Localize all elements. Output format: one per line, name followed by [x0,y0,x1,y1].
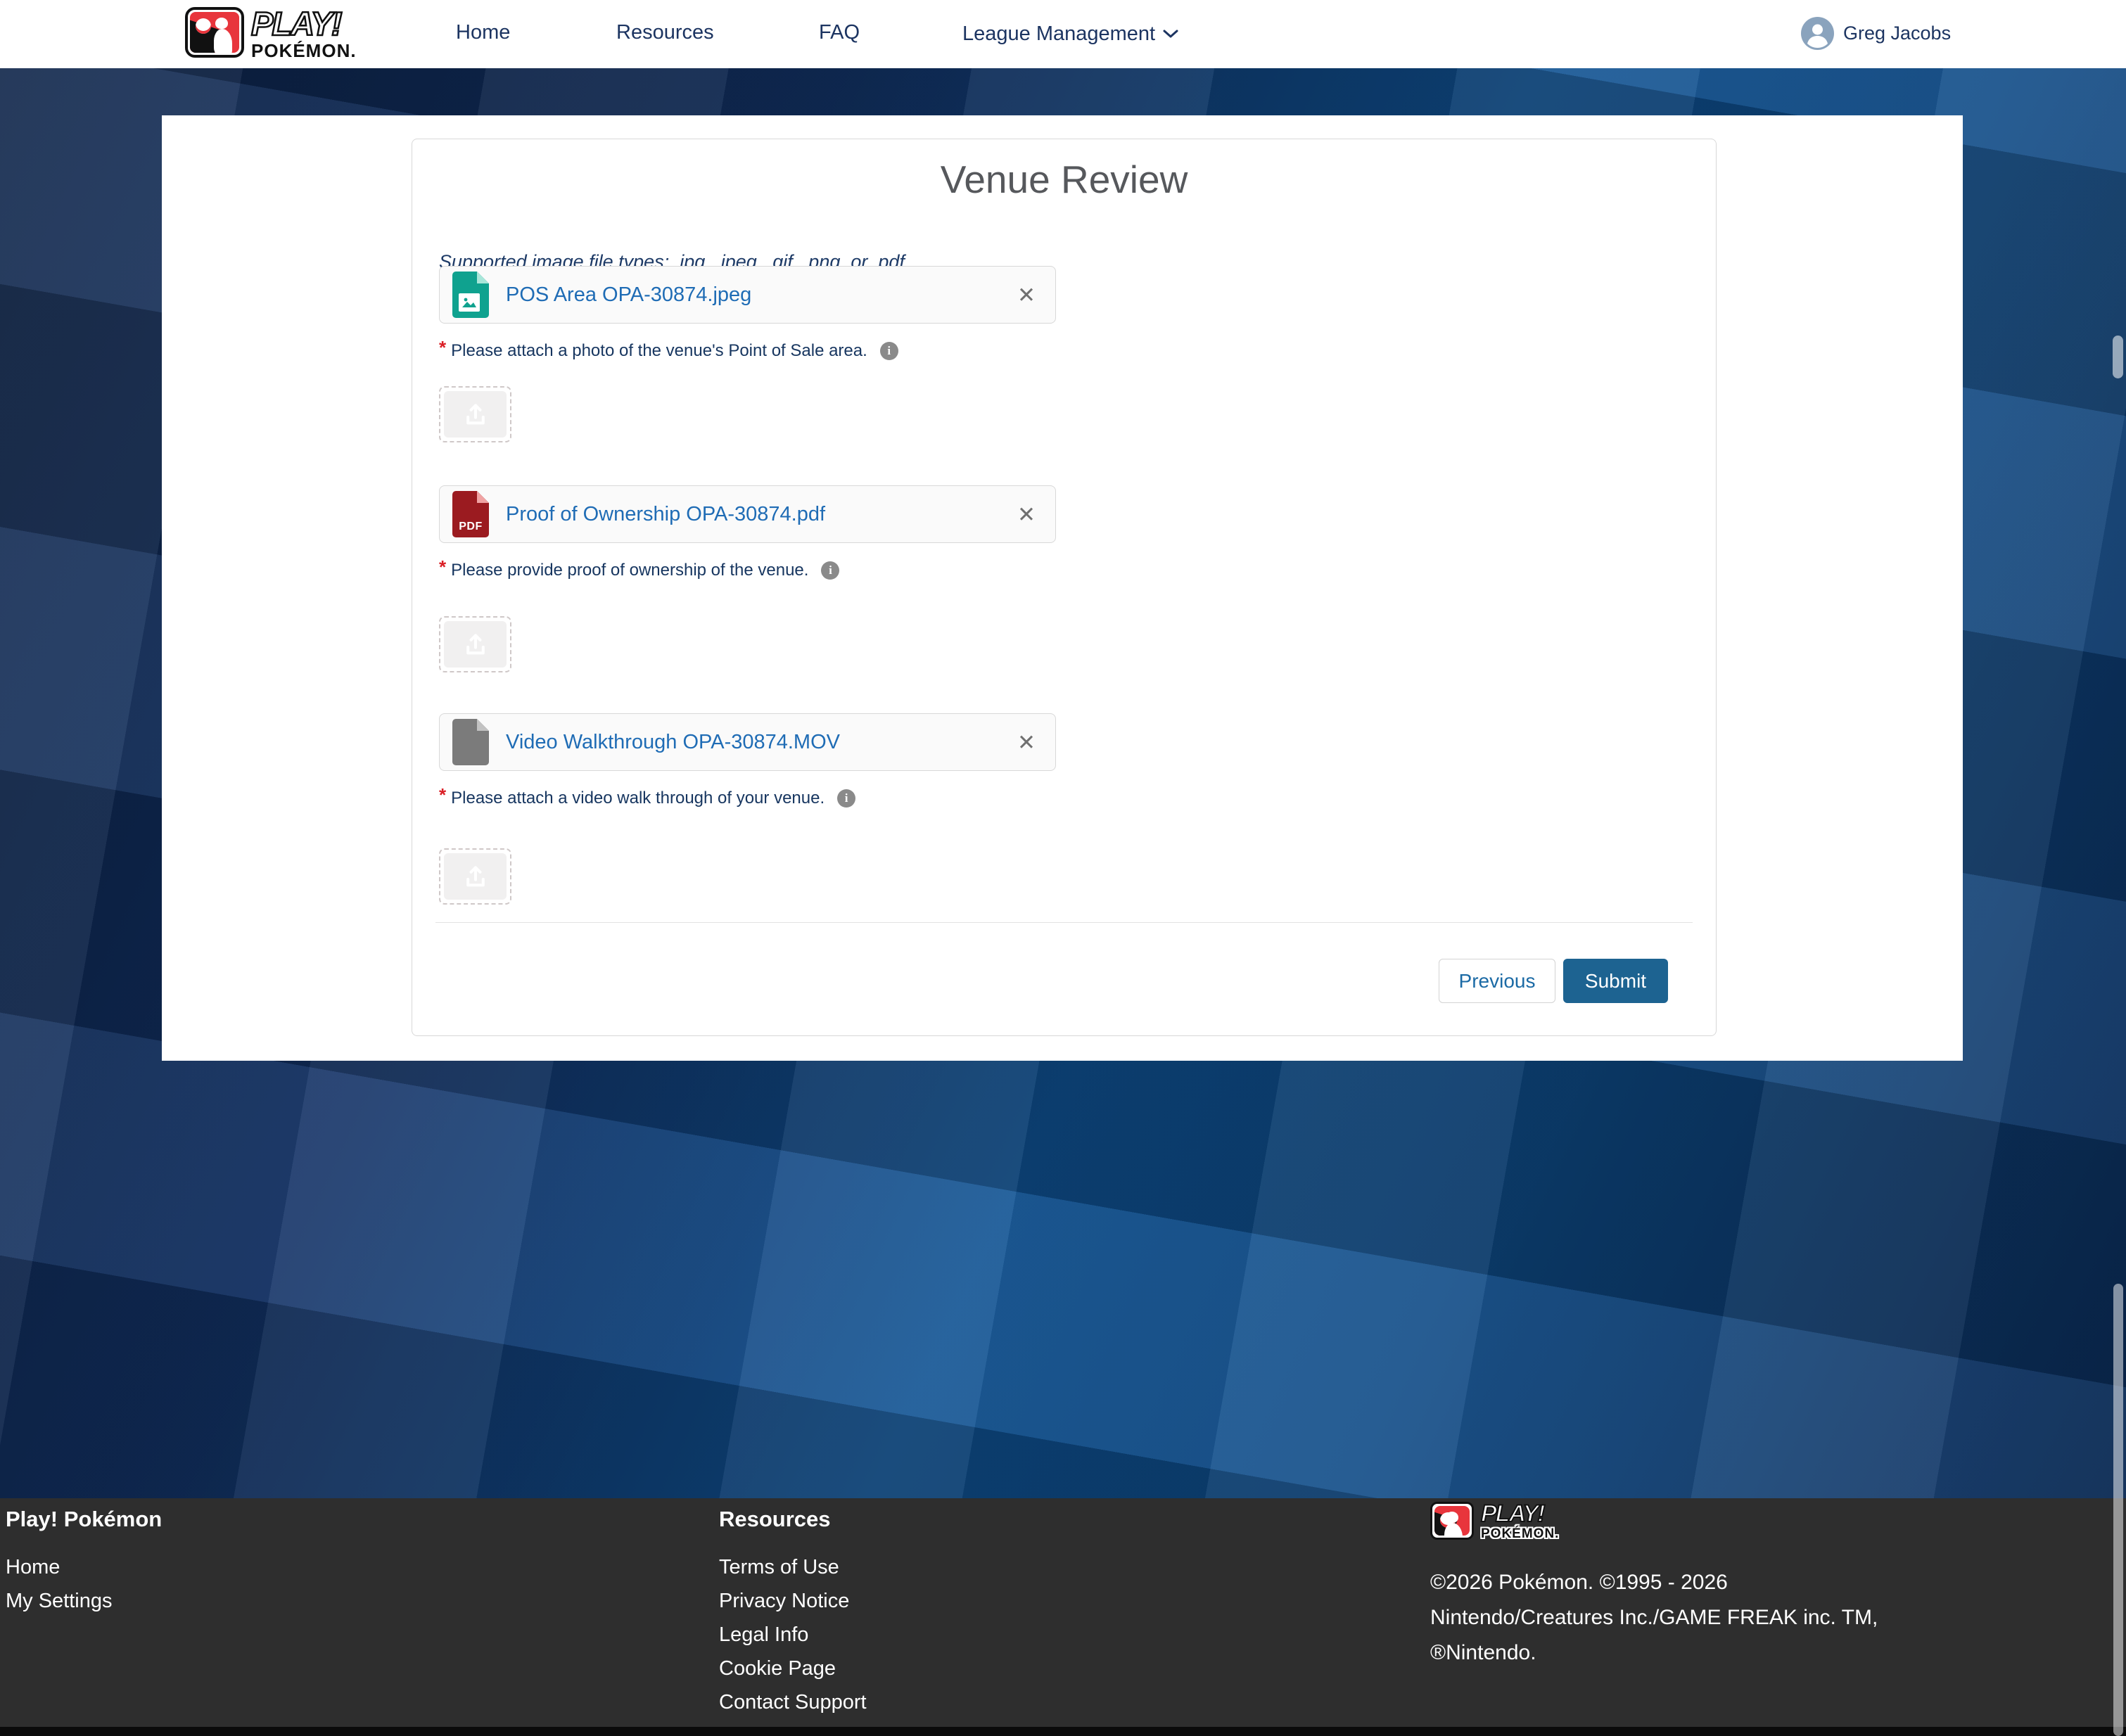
play-pokemon-logo-icon [185,7,244,58]
prompt-text: Please attach a photo of the venue's Poi… [451,340,867,362]
remove-file-icon[interactable]: ✕ [1017,504,1036,525]
previous-button[interactable]: Previous [1439,959,1555,1003]
play-pokemon-logo-icon [1430,1502,1474,1540]
upload-icon [462,864,489,888]
remove-file-icon[interactable]: ✕ [1017,732,1036,753]
divider [435,922,1693,923]
footer-link-my-settings[interactable]: My Settings [6,1584,162,1618]
submit-button[interactable]: Submit [1563,959,1668,1003]
page-scrollbar-thumb[interactable] [2113,1284,2123,1736]
required-marker: * [439,556,446,577]
venue-review-card: Venue Review Supported image file types:… [412,139,1717,1036]
prompt-text: Please attach a video walk through of yo… [451,788,825,809]
prompt-text: Please provide proof of ownership of the… [451,560,808,581]
nav-item-home[interactable]: Home [456,21,510,44]
upload-prompt: * Please attach a photo of the venue's P… [439,340,1689,362]
upload-icon [462,402,489,426]
form-actions: Previous Submit [439,959,1689,1003]
image-file-icon [452,272,489,318]
upload-prompt: * Please provide proof of ownership of t… [439,560,1689,581]
upload-dropzone-button[interactable] [439,616,511,672]
footer-column-play-pokemon: Play! Pokémon Home My Settings [6,1507,162,1618]
remove-file-icon[interactable]: ✕ [1017,284,1036,306]
chevron-down-icon [1162,21,1179,44]
info-icon[interactable]: i [880,342,898,360]
bottom-bar [0,1727,2126,1736]
footer-link-terms-of-use[interactable]: Terms of Use [719,1550,867,1584]
top-navbar: PLAY! POKÉMON. Home Resources FAQ League… [0,0,2126,68]
logo-pokemon-text: POKÉMON. [251,42,357,60]
footer-link-contact-support[interactable]: Contact Support [719,1685,867,1719]
footer-link-home[interactable]: Home [6,1550,162,1584]
required-marker: * [439,784,446,805]
file-link[interactable]: POS Area OPA-30874.jpeg [506,283,751,307]
checkered-background: Venue Review Supported image file types:… [0,68,2126,1498]
inner-scrollbar-thumb[interactable] [2113,336,2123,378]
copyright-text: ©2026 Pokémon. ©1995 - 2026 Nintendo/Cre… [1430,1565,1878,1671]
upload-dropzone-button[interactable] [439,386,511,442]
file-chip-proof-of-ownership: PDF Proof of Ownership OPA-30874.pdf ✕ [439,485,1056,543]
generic-file-icon [452,719,489,765]
file-link[interactable]: Proof of Ownership OPA-30874.pdf [506,503,825,526]
upload-prompt: * Please attach a video walk through of … [439,788,1689,809]
logo-play-text: PLAY! [251,7,357,40]
info-icon[interactable]: i [821,561,839,580]
content-panel: Venue Review Supported image file types:… [162,115,1963,1061]
file-chip-pos-area: POS Area OPA-30874.jpeg ✕ [439,266,1056,324]
nav-item-faq[interactable]: FAQ [819,21,860,44]
info-icon[interactable]: i [837,789,855,808]
page-title: Venue Review [439,158,1689,202]
footer-play-pokemon-logo: PLAY! POKÉMON. [1430,1502,1878,1548]
file-chip-video-walkthrough: Video Walkthrough OPA-30874.MOV ✕ [439,713,1056,771]
footer-heading: Resources [719,1507,867,1532]
footer-link-privacy-notice[interactable]: Privacy Notice [719,1584,867,1618]
footer-link-cookie-page[interactable]: Cookie Page [719,1652,867,1685]
page: PLAY! POKÉMON. Home Resources FAQ League… [0,0,2126,1736]
user-name: Greg Jacobs [1843,23,1951,44]
user-menu[interactable]: Greg Jacobs [1801,17,1951,50]
nav-item-league-management[interactable]: League Management [962,21,1179,46]
file-link[interactable]: Video Walkthrough OPA-30874.MOV [506,731,840,754]
upload-icon [462,632,489,656]
logo-play-text: PLAY! [1481,1502,1559,1526]
footer-link-legal-info[interactable]: Legal Info [719,1618,867,1652]
upload-dropzone-button[interactable] [439,848,511,905]
footer-heading: Play! Pokémon [6,1507,162,1532]
pokeball-icon [196,18,211,34]
footer: Play! Pokémon Home My Settings Resources… [0,1498,2126,1727]
footer-column-legal: PLAY! POKÉMON. ©2026 Pokémon. ©1995 - 20… [1430,1502,1878,1671]
footer-column-resources: Resources Terms of Use Privacy Notice Le… [719,1507,867,1719]
pdf-file-icon: PDF [452,491,489,537]
required-marker: * [439,337,446,358]
nav-item-resources[interactable]: Resources [616,21,714,44]
play-pokemon-logo[interactable]: PLAY! POKÉMON. [185,7,357,60]
user-avatar-icon [1801,17,1834,50]
logo-pokemon-text: POKÉMON. [1481,1527,1559,1540]
